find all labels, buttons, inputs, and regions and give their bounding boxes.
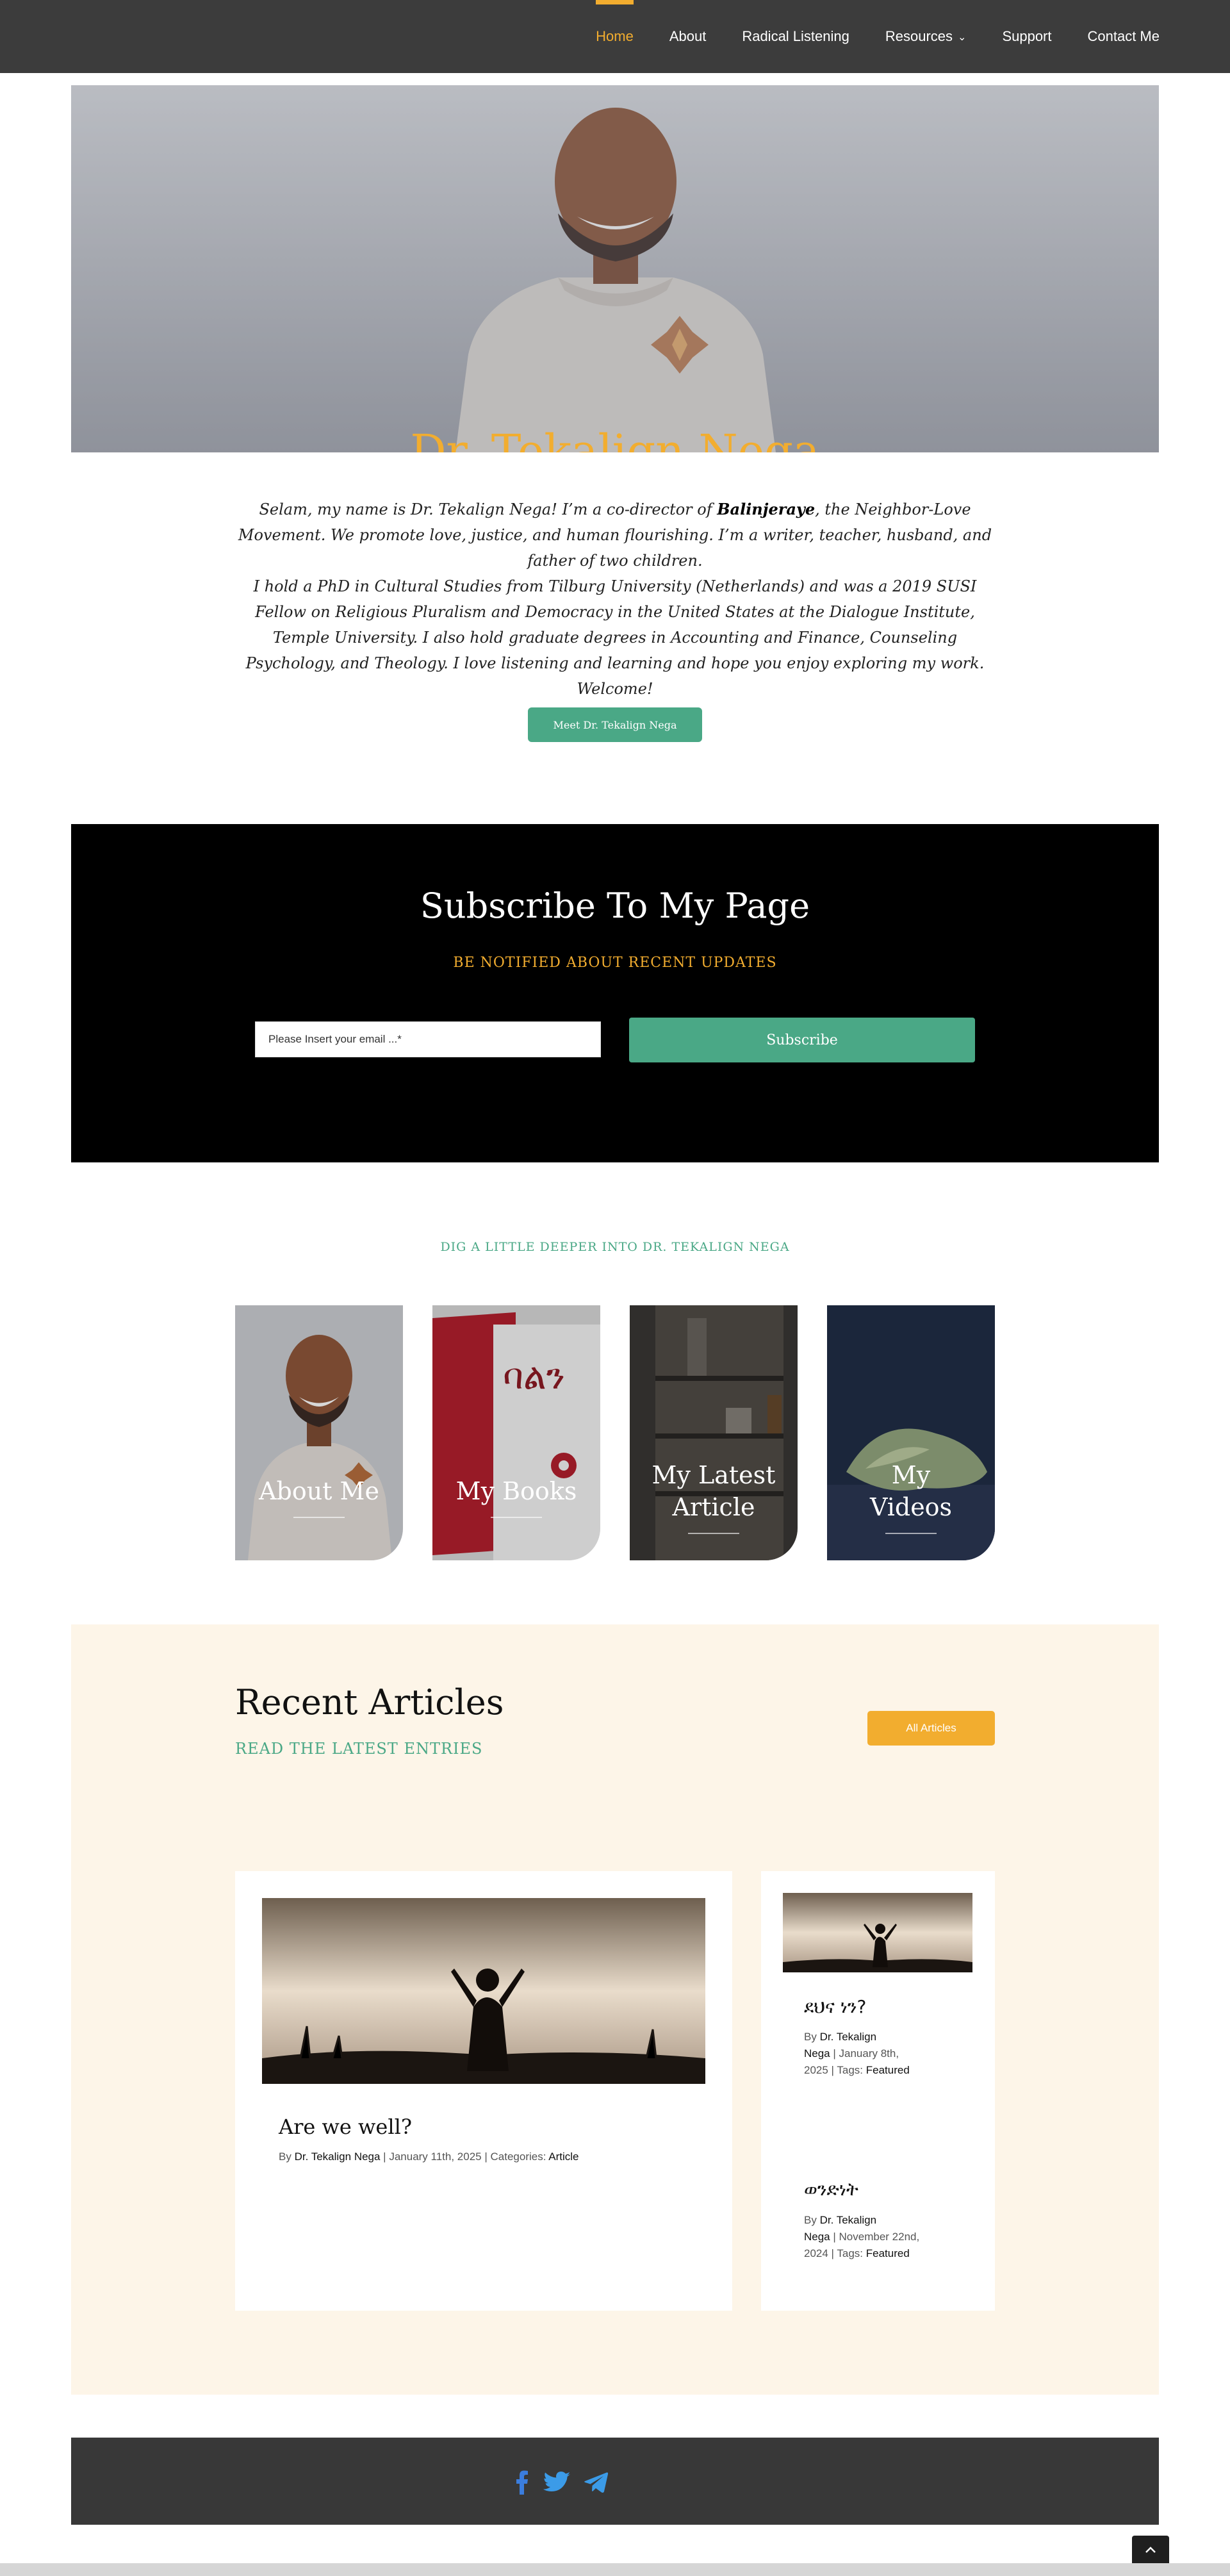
article-meta: By Dr. Tekalign Nega | January 11th, 202… [279, 2151, 579, 2163]
chevron-down-icon: ⌄ [958, 32, 967, 43]
featured-article-card: Are we well? By Dr. Tekalign Nega | Janu… [235, 1871, 732, 2311]
nav-label: Radical Listening [742, 28, 849, 44]
side-article-image[interactable] [783, 1893, 972, 1972]
intro-text-segment: Selam, my name is Dr. Tekalign Nega! I’m… [259, 500, 718, 518]
recent-title: Recent Articles [235, 1682, 504, 1722]
nav-item-support[interactable]: Support [1002, 0, 1051, 73]
author-link[interactable]: Dr. Tekalign [820, 2214, 877, 2226]
card-title: My Latest Article [630, 1459, 798, 1523]
subscribe-subtitle: BE NOTIFIED ABOUT RECENT UPDATES [453, 955, 777, 971]
article-date: January 11th, 2025 [389, 2151, 482, 2163]
about-me-image [235, 1305, 403, 1560]
meet-button[interactable]: Meet Dr. Tekalign Nega [528, 707, 702, 742]
category-link[interactable]: Article [548, 2151, 578, 2163]
card-title: My Videos [827, 1459, 995, 1523]
card-about-me[interactable]: About Me [235, 1305, 403, 1560]
card-title-line: My Books [455, 1477, 577, 1505]
meta-by: By [279, 2151, 291, 2163]
intro-text: Selam, my name is Dr. Tekalign Nega! I’m… [231, 497, 999, 702]
side-article-title[interactable]: ደህና ነን? [804, 1996, 866, 2018]
card-divider [688, 1533, 739, 1534]
card-latest-article[interactable]: My Latest Article [630, 1305, 798, 1560]
side-article-meta: By Dr. Tekalign Nega | January 8th, 2025… [804, 2031, 910, 2076]
author-link[interactable]: Dr. Tekalign [820, 2031, 877, 2043]
intro-paragraph-2: I hold a PhD in Cultural Studies from Ti… [245, 577, 985, 698]
nav-item-contact[interactable]: Contact Me [1088, 0, 1160, 73]
facebook-icon[interactable] [513, 2470, 531, 2495]
card-title-line: Videos [869, 1493, 953, 1521]
hero-banner: Dr. Tekalign Nega [71, 85, 1159, 452]
article-image[interactable] [262, 1898, 705, 2084]
tag-link[interactable]: Featured [866, 2247, 910, 2259]
author-link[interactable]: Nega [804, 2231, 830, 2243]
author-link[interactable]: Dr. Tekalign Nega [295, 2151, 381, 2163]
meta-tags-label: Tags: [837, 2247, 864, 2259]
deeper-heading: DIG A LITTLE DEEPER INTO DR. TEKALIGN NE… [440, 1240, 790, 1254]
nav-item-radical-listening[interactable]: Radical Listening [742, 0, 849, 73]
author-link[interactable]: Nega [804, 2047, 830, 2060]
tag-link[interactable]: Featured [866, 2064, 910, 2076]
chevron-up-icon [1145, 2547, 1156, 2553]
footer [71, 2438, 1159, 2525]
card-title-line: My [891, 1461, 931, 1489]
subscribe-title: Subscribe To My Page [420, 886, 810, 926]
nav-label: Resources [885, 28, 953, 44]
meta-category-label: Categories: [490, 2151, 546, 2163]
subscribe-button[interactable]: Subscribe [629, 1018, 975, 1062]
side-article-title[interactable]: ወንድነት [804, 2179, 858, 2200]
recent-subtitle: READ THE LATEST ENTRIES [235, 1740, 483, 1758]
scroll-to-top-button[interactable] [1132, 2536, 1169, 2564]
side-article-meta: By Dr. Tekalign Nega | November 22nd, 20… [804, 2214, 920, 2259]
card-divider [293, 1517, 345, 1518]
twitter-icon[interactable] [543, 2470, 571, 2495]
card-divider [491, 1517, 542, 1518]
card-title-line: Article [672, 1493, 755, 1521]
nav-item-resources[interactable]: Resources ⌄ [885, 0, 967, 73]
nav-item-about[interactable]: About [669, 0, 707, 73]
recent-articles-section: Recent Articles READ THE LATEST ENTRIES … [71, 1624, 1159, 2395]
top-nav: Home About Radical Listening Resources ⌄ … [0, 0, 1230, 73]
article-date: 2024 [804, 2247, 828, 2259]
email-field[interactable]: Please Insert your email ...* [255, 1021, 601, 1057]
nav-label: Support [1002, 28, 1052, 44]
article-date: November 22nd, [839, 2231, 920, 2243]
meta-by: By [804, 2031, 817, 2043]
side-articles-card: ደህና ነን? By Dr. Tekalign Nega | January 8… [761, 1871, 995, 2311]
nav-label: Contact Me [1087, 28, 1160, 44]
card-my-books[interactable]: ባልን My Books [432, 1305, 600, 1560]
article-date: 2025 [804, 2064, 828, 2076]
nav-label: About [669, 28, 707, 44]
intro-paragraph-1: Selam, my name is Dr. Tekalign Nega! I’m… [231, 497, 999, 574]
card-title: My Books [432, 1475, 600, 1507]
all-articles-button[interactable]: All Articles [867, 1711, 995, 1746]
telegram-icon[interactable] [584, 2470, 609, 2495]
balinjeraye-link[interactable]: Balinjeraye [717, 500, 815, 518]
meta-by: By [804, 2214, 817, 2226]
card-divider [885, 1533, 937, 1534]
page-bottom-strip [0, 2563, 1230, 2576]
card-title-line: About Me [259, 1477, 379, 1505]
article-date: January 8th, [839, 2047, 899, 2060]
card-my-videos[interactable]: My Videos [827, 1305, 995, 1560]
nav-item-home[interactable]: Home [596, 0, 634, 73]
meta-tags-label: Tags: [837, 2064, 864, 2076]
nav-menu: Home About Radical Listening Resources ⌄ … [596, 0, 1160, 73]
article-title[interactable]: Are we well? [279, 2115, 412, 2139]
nav-label: Home [596, 28, 634, 44]
card-title-line: My Latest [652, 1461, 776, 1489]
my-books-image: ባልን [432, 1305, 600, 1560]
hero-portrait-image [71, 85, 1159, 452]
subscribe-section: Subscribe To My Page BE NOTIFIED ABOUT R… [71, 824, 1159, 1162]
card-title: About Me [235, 1475, 403, 1507]
hero-title: Dr. Tekalign Nega [410, 425, 820, 452]
